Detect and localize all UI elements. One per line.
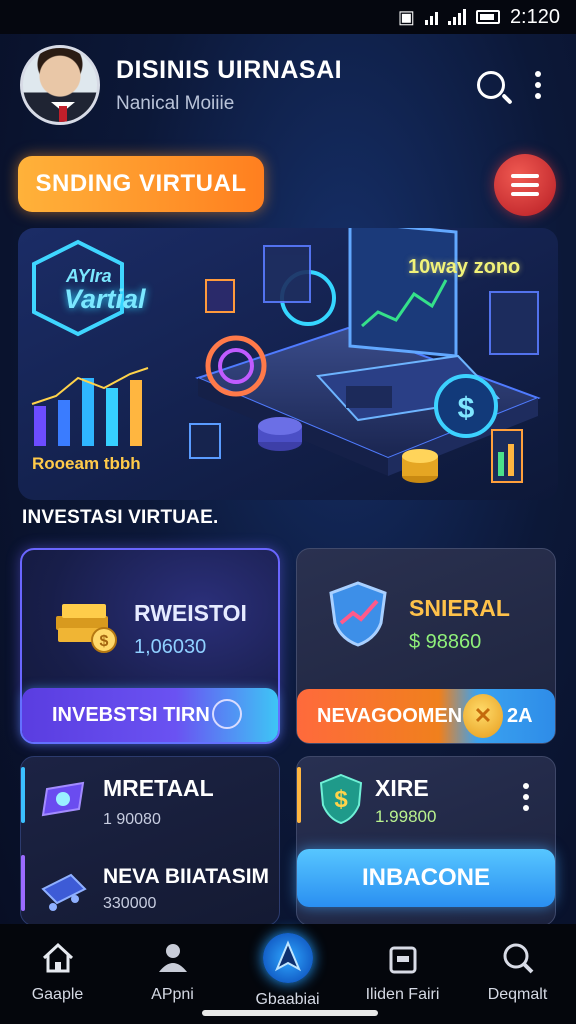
- battery-icon: [475, 10, 500, 24]
- banknote-icon: [41, 781, 85, 817]
- nevagoomen-button-suffix: 2A: [507, 704, 533, 727]
- gold-bars-icon: $: [56, 604, 117, 653]
- search-button[interactable]: [472, 63, 516, 107]
- xire-value: 1.99800: [375, 807, 437, 826]
- nav-item-iliden-fairi[interactable]: Iliden Fairi: [345, 924, 460, 1024]
- status-bar: ▣ 2:120: [0, 0, 576, 34]
- refresh-icon: [212, 699, 242, 729]
- list-item-metal[interactable]: MRETAAL 1 90080: [21, 757, 279, 833]
- xire-title: XIRE: [375, 775, 429, 801]
- invest-card-value: 1,06030: [134, 636, 207, 658]
- more-vertical-icon[interactable]: [523, 783, 529, 811]
- svg-text:$: $: [100, 633, 109, 650]
- svg-text:$: $: [458, 392, 475, 425]
- svg-text:$: $: [334, 786, 348, 813]
- home-indicator[interactable]: [202, 1010, 378, 1016]
- xire-card[interactable]: $ XIRE 1.99800 INBACONE: [296, 756, 556, 926]
- more-vertical-icon: [535, 71, 541, 99]
- hero-caption: Rooeam tbbh: [32, 454, 141, 473]
- hero-badge: 10way zono: [408, 256, 521, 278]
- notification-icon: ▣: [397, 6, 415, 27]
- profile-icon: [158, 944, 187, 972]
- list-item-batasim[interactable]: NEVA BIIATASIM 330000: [21, 845, 279, 921]
- more-button[interactable]: [516, 63, 560, 107]
- inbacone-button[interactable]: INBACONE: [297, 849, 555, 907]
- batasim-title: NEVA BIIATASIM: [103, 865, 270, 888]
- nav-label: APpni: [151, 986, 194, 1003]
- promo-button[interactable]: SNDING VIRTUAL: [18, 156, 264, 212]
- status-time: 2:120: [509, 5, 560, 28]
- invest-card[interactable]: $ RWEISTOI 1,06030 INVEBSTSI TIRN: [20, 548, 280, 744]
- section-title: INVESTASI VIRTUAE.: [22, 507, 219, 528]
- general-card[interactable]: SNIERAL $ 98860 NEVAGOOMEN ✕ 2A: [296, 548, 556, 744]
- metal-title: MRETAAL: [103, 775, 214, 801]
- accent-bar: [21, 855, 25, 911]
- batasim-value: 330000: [103, 895, 157, 912]
- avatar-tie: [59, 106, 67, 122]
- briefcase-icon: [389, 946, 416, 974]
- nav-item-appni[interactable]: APpni: [115, 924, 230, 1024]
- signal-icon: [447, 9, 466, 25]
- bottom-nav: Gaaple APpni Gbaabiai Iliden Fairi Deqma…: [0, 924, 576, 1024]
- home-icon: [42, 942, 73, 973]
- nevagoomen-button-label: NEVAGOOMEN: [317, 704, 463, 727]
- search-icon: [503, 943, 533, 974]
- wifi-icon: [424, 9, 438, 25]
- accent-bar: [21, 767, 25, 823]
- page-title: DISINIS UIRNASAI: [116, 55, 343, 84]
- shield-icon: [329, 581, 387, 647]
- nav-label: Iliden Fairi: [365, 986, 440, 1003]
- cart-icon: [41, 873, 87, 911]
- invest-button[interactable]: INVEBSTSI TIRN: [22, 688, 278, 742]
- avatar[interactable]: [20, 45, 100, 125]
- invest-button-label: INVEBSTSI TIRN: [52, 703, 210, 726]
- search-icon: [477, 71, 505, 99]
- nav-label: Gbaabiai: [255, 991, 320, 1008]
- nevagoomen-button[interactable]: NEVAGOOMEN ✕ 2A: [297, 689, 555, 743]
- nav-label: Gaaple: [31, 986, 84, 1003]
- hero-banner[interactable]: $ AYIra Vartial 10way zono Rooeam tbbh: [18, 228, 558, 500]
- metal-value: 1 90080: [103, 811, 161, 828]
- asset-list-card: MRETAAL 1 90080 NEVA BIIATASIM 330000: [20, 756, 280, 926]
- coin-icon: ✕: [463, 694, 503, 738]
- header-text: DISINIS UIRNASAI Nanical Moiiie: [116, 56, 472, 115]
- page-subtitle: Nanical Moiiie: [116, 92, 235, 114]
- navigation-icon: [262, 933, 313, 983]
- nav-item-deqmalt[interactable]: Deqmalt: [460, 924, 575, 1024]
- nav-item-gaaple[interactable]: Gaaple: [0, 924, 115, 1024]
- menu-icon: [511, 174, 539, 178]
- hero-logo: Vartial: [64, 284, 146, 314]
- general-card-title: SNIERAL: [409, 595, 510, 621]
- general-card-value: $ 98860: [409, 631, 482, 653]
- accent-bar: [297, 767, 301, 823]
- invest-card-title: RWEISTOI: [134, 600, 247, 626]
- dollar-shield-icon: $: [319, 773, 363, 825]
- nav-label: Deqmalt: [487, 986, 548, 1003]
- nav-item-gbaabiai[interactable]: Gbaabiai: [230, 924, 345, 1024]
- header: DISINIS UIRNASAI Nanical Moiiie: [20, 40, 560, 130]
- menu-button[interactable]: [494, 154, 556, 216]
